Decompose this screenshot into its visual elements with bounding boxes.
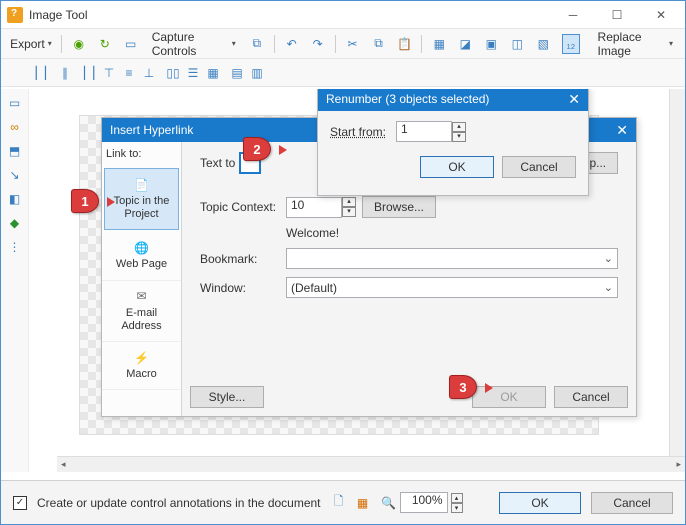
tool-arrow-icon[interactable]: ↘ — [7, 167, 23, 183]
replace-image-menu[interactable]: Replace Image — [592, 33, 679, 55]
app-window: Image Tool ─ ☐ ✕ Export ◉ ↻ ▭ Capture Co… — [0, 0, 686, 525]
align-center-icon[interactable]: ∥ — [57, 65, 73, 81]
paste-icon[interactable]: 📋 — [393, 33, 415, 55]
welcome-text: Welcome! — [286, 226, 339, 240]
annotations-checkbox[interactable]: ✓ — [13, 496, 27, 510]
renumber-cancel-button[interactable]: Cancel — [502, 156, 576, 178]
bookmark-select[interactable] — [286, 248, 618, 269]
highlighted-renumber-icon[interactable]: ₁₂ — [558, 33, 583, 55]
capture-controls-menu[interactable]: Capture Controls — [146, 33, 242, 55]
callout-1[interactable]: 1 — [71, 189, 109, 215]
dist-v-icon[interactable]: ☰ — [185, 65, 201, 81]
canvas[interactable]: ➤ 1 2 3 Insert Hyperlink ✕ Link to: — [29, 89, 685, 472]
export-menu[interactable]: Export — [7, 33, 55, 55]
tool-rect-icon[interactable]: ▭ — [7, 95, 23, 111]
link-to-label: Link to: — [102, 142, 181, 166]
capture-rect-icon[interactable]: ⧉ — [246, 33, 268, 55]
align-top-icon[interactable]: ⊤ — [101, 65, 117, 81]
window-label: Window: — [200, 281, 280, 295]
renumber-close-icon[interactable]: ✕ — [568, 91, 580, 108]
maximize-button[interactable]: ☐ — [595, 1, 639, 29]
grid-icon[interactable]: ▤ — [229, 65, 245, 81]
tool-callout-icon[interactable]: ⬒ — [7, 143, 23, 159]
grid2-icon[interactable]: ▥ — [249, 65, 265, 81]
renumber-header: Renumber (3 objects selected) ✕ — [318, 89, 588, 111]
refresh-icon[interactable]: ↻ — [94, 33, 116, 55]
undo-icon[interactable]: ↶ — [281, 33, 303, 55]
capture-window-icon[interactable]: ▭ — [120, 33, 142, 55]
dialog-title: Insert Hyperlink — [110, 123, 193, 137]
link-opt-email[interactable]: ✉ E-mail Address — [102, 281, 181, 342]
align-mid-icon[interactable]: ≡ — [121, 65, 137, 81]
renumber-ok-button[interactable]: OK — [420, 156, 494, 178]
statusbar-cancel-button[interactable]: Cancel — [591, 492, 673, 514]
renumber-dialog: Renumber (3 objects selected) ✕ Start fr… — [317, 89, 589, 196]
align-left-icon[interactable]: ▏▏ — [37, 65, 53, 81]
status-icon-2[interactable]: ▦ — [355, 495, 371, 511]
statusbar-ok-button[interactable]: OK — [499, 492, 581, 514]
close-icon[interactable]: ✕ — [616, 122, 628, 139]
start-from-spinner[interactable]: 1 ▴▾ — [396, 121, 466, 142]
zoom-input[interactable]: 100% — [400, 492, 448, 513]
cut-icon[interactable]: ✂ — [341, 33, 363, 55]
hyperlink-cancel-button[interactable]: Cancel — [554, 386, 628, 408]
copy-icon[interactable]: ⧉ — [367, 33, 389, 55]
left-toolstrip: ▭ ∞ ⬒ ↘ ◧ ◆ ⋮ — [1, 89, 29, 472]
callout-2[interactable]: 2 — [243, 137, 281, 163]
window-title: Image Tool — [29, 8, 551, 22]
tool-mark-icon[interactable]: ◆ — [7, 215, 23, 231]
window-select[interactable]: (Default) — [286, 277, 618, 298]
tool-more-icon[interactable]: ⋮ — [7, 239, 23, 255]
callout-3[interactable]: 3 — [449, 375, 487, 401]
renumber-title: Renumber (3 objects selected) — [326, 92, 489, 106]
redo-icon[interactable]: ↷ — [307, 33, 329, 55]
start-from-label: Start from: — [330, 125, 386, 139]
sub-toolbar: ▏▏ ∥ ▕▕ ⊤ ≡ ⊥ ▯▯ ☰ ▦ ▤ ▥ — [1, 59, 685, 87]
tool-d-icon[interactable]: ◫ — [506, 33, 528, 55]
status-icon-1[interactable]: 🗋 — [331, 495, 347, 511]
align-bot-icon[interactable]: ⊥ — [141, 65, 157, 81]
close-button[interactable]: ✕ — [639, 1, 683, 29]
bookmark-label: Bookmark: — [200, 252, 280, 266]
text-to-label: Text to — [200, 156, 235, 170]
tool-shape-icon[interactable]: ◧ — [7, 191, 23, 207]
vertical-scrollbar[interactable] — [669, 89, 685, 456]
topic-context-spinner[interactable]: 10 ▴▾ — [286, 197, 356, 218]
browse-button[interactable]: Browse... — [362, 196, 436, 218]
link-opt-macro[interactable]: ⚡ Macro — [102, 342, 181, 390]
statusbar: ✓ Create or update control annotations i… — [1, 480, 685, 524]
tool-a-icon[interactable]: ▦ — [428, 33, 450, 55]
link-opt-web[interactable]: 🌐 Web Page — [102, 232, 181, 280]
style-button[interactable]: Style... — [190, 386, 264, 408]
tool-link-icon[interactable]: ∞ — [7, 119, 23, 135]
annotations-label: Create or update control annotations in … — [37, 496, 321, 510]
tool-e-icon[interactable]: ▧ — [532, 33, 554, 55]
zoom-icon: 🔍 — [381, 495, 397, 511]
minimize-button[interactable]: ─ — [551, 1, 595, 29]
link-to-sidebar: Link to: 📄 Topic in the Project 🌐 Web Pa… — [102, 142, 182, 416]
dist-h-icon[interactable]: ▯▯ — [165, 65, 181, 81]
zoom-control[interactable]: 🔍 100% ▴▾ — [381, 492, 463, 513]
link-opt-topic[interactable]: 📄 Topic in the Project — [104, 168, 179, 230]
app-icon — [7, 7, 23, 23]
content-area: ▭ ∞ ⬒ ↘ ◧ ◆ ⋮ ➤ 1 2 3 — [1, 89, 685, 472]
camera-icon[interactable]: ◉ — [68, 33, 90, 55]
horizontal-scrollbar[interactable]: ◂ ▸ — [57, 456, 685, 472]
group-icon[interactable]: ▦ — [205, 65, 221, 81]
topic-context-label: Topic Context: — [200, 200, 280, 214]
tool-c-icon[interactable]: ▣ — [480, 33, 502, 55]
tool-b-icon[interactable]: ◪ — [454, 33, 476, 55]
titlebar: Image Tool ─ ☐ ✕ — [1, 1, 685, 29]
main-toolbar: Export ◉ ↻ ▭ Capture Controls ⧉ ↶ ↷ ✂ ⧉ … — [1, 29, 685, 59]
align-right-icon[interactable]: ▕▕ — [77, 65, 93, 81]
